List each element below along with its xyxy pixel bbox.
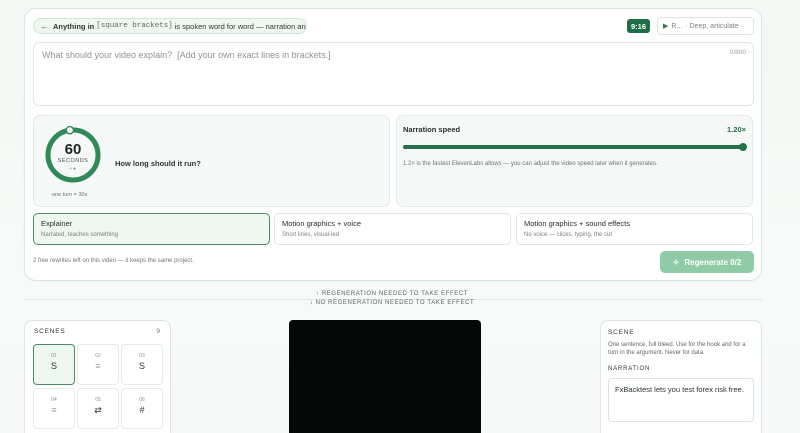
- scene-number: 04: [51, 397, 57, 403]
- scene-number: 01: [51, 353, 57, 359]
- speed-value: 1.20×: [727, 125, 746, 134]
- duration-value: 60: [64, 141, 82, 158]
- video-settings-card: ← Anything in [square brackets] is spoke…: [24, 8, 762, 281]
- style-desc: Short lines, visual-led: [282, 232, 340, 238]
- voice-description: · Deep, articulate ·: [685, 22, 743, 30]
- style-option-motion-sfx[interactable]: Motion graphics + sound effects No voice…: [516, 213, 753, 245]
- hint-bold: Anything in: [53, 21, 95, 31]
- style-option-explainer[interactable]: Explainer Narrated, teaches something: [33, 213, 270, 245]
- style-desc: Narrated, teaches something: [41, 232, 119, 238]
- scene-glyph: #: [139, 405, 145, 415]
- play-icon[interactable]: ▶: [663, 22, 668, 30]
- duration-question: How long should it run?: [115, 159, 201, 168]
- style-title: Explainer: [41, 219, 73, 228]
- narration-field[interactable]: FxBacktest lets you test forex risk free…: [608, 378, 754, 422]
- regen-needed-label: ↑ REGENERATION NEEDED TO TAKE EFFECT: [315, 291, 469, 297]
- narration-heading: NARRATION: [608, 366, 651, 372]
- scene-tile[interactable]: 06 #: [121, 388, 163, 429]
- scene-tile[interactable]: 01 S: [33, 344, 75, 385]
- aspect-ratio-badge[interactable]: 9:16: [627, 19, 650, 33]
- speed-slider[interactable]: [403, 143, 747, 151]
- regenerate-button[interactable]: ✧ Regenerate 0/2: [660, 251, 754, 273]
- scene-tile[interactable]: 04 ≡: [33, 388, 75, 429]
- style-title: Motion graphics + voice: [282, 219, 361, 228]
- scene-tile[interactable]: 05 ⇄: [77, 388, 119, 429]
- scene-number: 06: [139, 397, 145, 403]
- scene-heading: SCENE: [608, 329, 635, 336]
- style-desc: No voice — clicks, typing, the cut: [524, 232, 613, 238]
- scene-detail-panel: SCENE One sentence, full bleed. Use for …: [600, 320, 762, 433]
- speed-note: 1.2× is the fastest ElevenLabs allows — …: [403, 161, 658, 167]
- scene-tile[interactable]: 03 S: [121, 344, 163, 385]
- duration-turn-note: one turn = 30s: [52, 192, 88, 198]
- duration-card: 60 SECONDS • ● one turn = 30s How long s…: [33, 115, 390, 207]
- scene-tile[interactable]: 02 ≡: [77, 344, 119, 385]
- bracket-hint-pill[interactable]: ← Anything in [square brackets] is spoke…: [33, 18, 307, 34]
- scene-glyph: ≡: [95, 361, 101, 371]
- scene-glyph: ≡: [51, 405, 57, 415]
- rewrites-note: 2 free rewrites left on this video — it …: [33, 258, 194, 264]
- prompt-field-wrapper: 0/800: [33, 42, 754, 106]
- scene-number: 03: [139, 353, 145, 359]
- scenes-count: 9: [156, 328, 160, 335]
- duration-unit: SECONDS: [57, 158, 89, 164]
- scene-glyph: S: [138, 361, 145, 371]
- arrow-left-icon: ←: [40, 21, 49, 31]
- scenes-panel: SCENES 9 01 S 02 ≡ 03 S 04 ≡ 05 ⇄ 06 #: [24, 320, 171, 433]
- scene-glyph: S: [50, 361, 57, 371]
- scenes-heading: SCENES: [34, 328, 66, 335]
- video-preview[interactable]: [289, 320, 481, 433]
- scene-description: One sentence, full bleed. Use for the ho…: [608, 342, 746, 356]
- scene-number: 05: [95, 397, 101, 403]
- dial-knob: [65, 126, 75, 135]
- voice-name: R...: [671, 22, 683, 30]
- narration-speed-card: Narration speed 1.20× 1.2× is the fastes…: [396, 115, 753, 207]
- sparkle-icon: ✧: [672, 257, 680, 267]
- style-title: Motion graphics + sound effects: [524, 219, 630, 228]
- voice-selector[interactable]: ▶ R... · Deep, articulate ·: [657, 17, 754, 35]
- char-count: 0/800: [729, 49, 746, 56]
- scene-glyph: ⇄: [94, 405, 102, 415]
- hint-rest: is spoken word for word — narration and …: [174, 21, 306, 31]
- style-option-motion-voice[interactable]: Motion graphics + voice Short lines, vis…: [274, 213, 511, 245]
- scene-number: 02: [95, 353, 101, 359]
- speed-slider-thumb[interactable]: [739, 143, 747, 151]
- prompt-textarea[interactable]: [34, 43, 753, 105]
- speed-slider-fill: [403, 145, 743, 149]
- regen-not-needed-label: ↓ NO REGENERATION NEEDED TO TAKE EFFECT: [309, 300, 475, 306]
- regenerate-label: Regenerate 0/2: [684, 257, 742, 267]
- hint-code: [square brackets]: [96, 22, 173, 30]
- speed-label: Narration speed: [403, 125, 461, 134]
- duration-dots: • ●: [69, 166, 77, 172]
